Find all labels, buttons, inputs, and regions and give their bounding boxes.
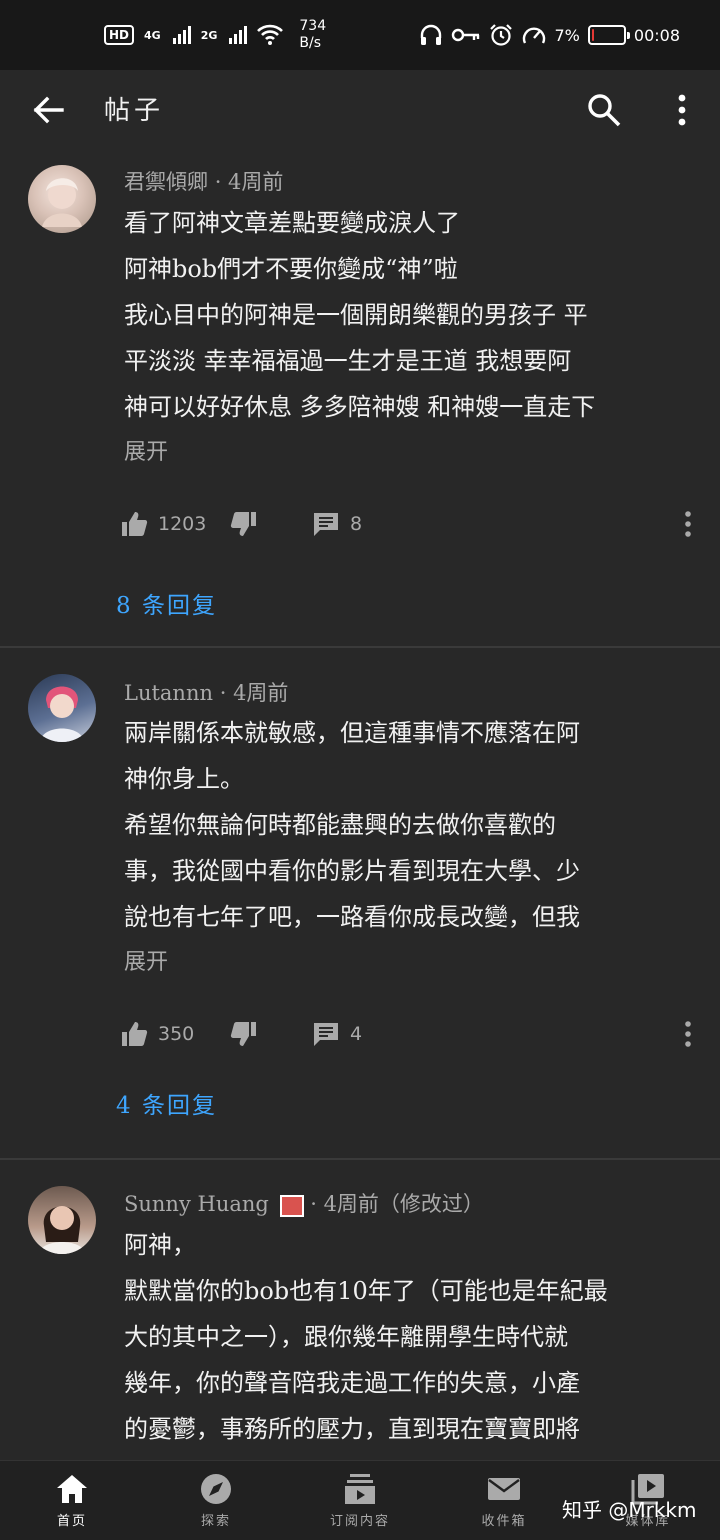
comment-line: 幾年，你的聲音陪我走過工作的失意，小產 — [124, 1369, 580, 1397]
watermark: 知乎 @Mrkkm — [562, 1498, 697, 1522]
dislike-button[interactable] — [230, 510, 312, 538]
comment-line: 默默當你的bob也有10年了（可能也是年紀最 — [124, 1277, 608, 1305]
speed-value: 734 — [299, 18, 327, 34]
nav-label: 订阅内容 — [329, 1514, 390, 1529]
avatar-image — [38, 1206, 86, 1254]
battery-icon — [587, 25, 630, 45]
comment-line: 阿神bob們才不要你變成“神”啦 — [124, 255, 458, 283]
app-bar: 帖子 — [0, 70, 720, 148]
thumb-down-icon — [230, 1022, 256, 1046]
avatar[interactable] — [28, 1186, 96, 1254]
thumb-up-icon — [122, 512, 148, 536]
nav-home[interactable]: 首页 — [0, 1461, 144, 1540]
status-bar: HD 4G 2G 734 B/s 7% 00:08 — [0, 0, 720, 70]
emoji-badge-icon — [279, 1194, 304, 1217]
comment-text: 阿神， 默默當你的bob也有10年了（可能也是年紀最 大的其中之一），跟你幾年離… — [124, 1222, 694, 1452]
thumb-up-icon — [122, 1022, 148, 1046]
author-name[interactable]: Sunny Huang — [124, 1192, 269, 1216]
comment-time: 4周前 — [233, 681, 289, 705]
avatar[interactable] — [28, 674, 96, 742]
reply-count: 8 — [350, 513, 363, 535]
clock: 00:08 — [633, 25, 680, 45]
sim1-label: 4G — [144, 28, 161, 42]
view-replies-link[interactable]: 8 条回复 — [116, 586, 217, 620]
dislike-button[interactable] — [230, 1020, 312, 1048]
comment-line: 神你身上。 — [124, 765, 244, 793]
comment-line: 大的其中之一），跟你幾年離開學生時代就 — [124, 1323, 568, 1351]
comment-time: 4周前（修改过） — [323, 1192, 484, 1216]
comment-line: 神可以好好休息 多多陪神嫂 和神嫂一直走下 — [124, 393, 596, 421]
subscriptions-icon — [345, 1474, 375, 1504]
wifi-icon — [257, 24, 284, 45]
speed-unit: B/s — [299, 35, 322, 51]
reply-button[interactable]: 4 — [312, 1020, 412, 1048]
sim2-label: 2G — [200, 28, 218, 42]
nav-label: 首页 — [56, 1514, 87, 1529]
thumb-down-icon — [230, 512, 256, 536]
comment-line: 我心目中的阿神是一個開朗樂觀的男孩子 平 — [124, 301, 588, 329]
meta-separator: · — [310, 1192, 324, 1216]
avatar-image — [42, 178, 82, 227]
comment-time: 4周前 — [228, 170, 284, 194]
comment-list: 君禦傾卿 · 4周前 看了阿神文章差點要變成淚人了 阿神bob們才不要你變成“神… — [0, 148, 720, 1540]
comment-item: 君禦傾卿 · 4周前 看了阿神文章差點要變成淚人了 阿神bob們才不要你變成“神… — [0, 148, 720, 648]
back-arrow-icon[interactable] — [28, 90, 68, 130]
comment-meta: Lutannn · 4周前 — [124, 677, 288, 707]
compass-icon — [201, 1474, 231, 1504]
reply-button[interactable]: 8 — [312, 510, 412, 538]
author-name[interactable]: 君禦傾卿 — [124, 170, 208, 194]
signal-icon — [172, 26, 191, 44]
comment-line: 希望你無論何時都能盡興的去做你喜歡的 — [124, 811, 556, 839]
comment-meta: 君禦傾卿 · 4周前 — [124, 166, 283, 196]
expand-link[interactable]: 展开 — [124, 434, 168, 466]
comment-line: 平淡淡 幸幸福福過一生才是王道 我想要阿 — [124, 347, 572, 375]
home-icon — [57, 1475, 87, 1503]
comment-icon — [314, 1023, 338, 1046]
meta-separator: · — [214, 170, 229, 194]
expand-link[interactable]: 展开 — [124, 944, 168, 976]
search-icon[interactable] — [584, 90, 624, 130]
signal-icon-2 — [229, 26, 248, 44]
comment-line: 的憂鬱，事務所的壓力，直到現在寶寶即將 — [124, 1415, 580, 1443]
like-button[interactable]: 350 — [120, 1020, 230, 1048]
comment-line: 事，我從國中看你的影片看到現在大學、少 — [124, 857, 580, 885]
like-count: 350 — [158, 1023, 195, 1045]
comment-item: Lutannn · 4周前 兩岸關係本就敏感，但這種事情不應落在阿 神你身上。 … — [0, 648, 720, 1160]
mail-icon — [488, 1478, 520, 1500]
nav-subscriptions[interactable]: 订阅内容 — [288, 1461, 432, 1540]
key-icon — [451, 28, 479, 42]
battery-percent: 7% — [554, 25, 580, 45]
reply-count: 4 — [350, 1023, 363, 1045]
avatar[interactable] — [28, 165, 96, 233]
nav-label: 收件箱 — [481, 1514, 527, 1529]
comment-text: 兩岸關係本就敏感，但這種事情不應落在阿 神你身上。 希望你無論何時都能盡興的去做… — [124, 710, 694, 940]
network-speed: 734 B/s — [299, 18, 326, 52]
comment-line: 看了阿神文章差點要變成淚人了 — [124, 209, 460, 237]
more-vert-icon[interactable] — [676, 1016, 700, 1052]
comment-line: 兩岸關係本就敏感，但這種事情不應落在阿 — [124, 719, 580, 747]
speedometer-icon — [522, 27, 545, 44]
comment-line: 說也有七年了吧，一路看你成長改變，但我 — [124, 903, 580, 931]
view-replies-link[interactable]: 4 条回复 — [116, 1086, 217, 1120]
author-name[interactable]: Lutannn — [124, 681, 213, 705]
more-vert-icon[interactable] — [664, 90, 700, 130]
headphone-icon — [420, 24, 441, 45]
hd-icon: HD — [104, 25, 135, 45]
nav-label: 探索 — [200, 1514, 231, 1529]
page-title: 帖子 — [104, 96, 165, 126]
comment-actions: 350 4 — [120, 1014, 700, 1054]
comment-text: 看了阿神文章差點要變成淚人了 阿神bob們才不要你變成“神”啦 我心目中的阿神是… — [124, 200, 694, 430]
comment-actions: 1203 8 — [120, 504, 700, 544]
comment-line: 阿神， — [124, 1231, 196, 1259]
alarm-icon — [489, 24, 512, 46]
comment-meta: Sunny Huang · 4周前（修改过） — [124, 1188, 484, 1218]
nav-inbox[interactable]: 收件箱 — [432, 1461, 576, 1540]
like-count: 1203 — [158, 513, 207, 535]
like-button[interactable]: 1203 — [120, 510, 230, 538]
more-vert-icon[interactable] — [676, 506, 700, 542]
meta-separator: · — [219, 681, 234, 705]
nav-explore[interactable]: 探索 — [144, 1461, 288, 1540]
avatar-image — [40, 686, 84, 742]
comment-icon — [314, 513, 338, 536]
